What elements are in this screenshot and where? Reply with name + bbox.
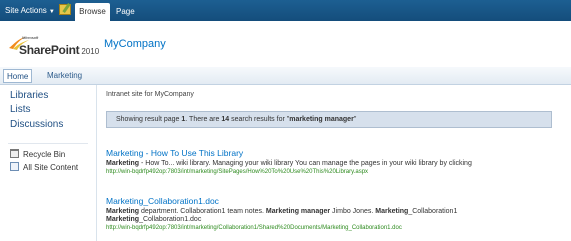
summary-text: . There are <box>185 116 222 123</box>
edit-page-icon[interactable] <box>59 4 71 15</box>
summary-text: search results for " <box>229 116 290 123</box>
result-title-link[interactable]: Marketing_Collaboration1.doc <box>106 196 571 206</box>
snippet-text: department. Collaboration1 team notes. <box>139 208 266 215</box>
summary-text: Showing result page <box>116 116 182 123</box>
summary-query: marketing manager <box>289 116 354 123</box>
sharepoint-logo: Microsoft SharePoint 2010 <box>19 35 100 59</box>
results-summary-bar: Showing result page 1. There are 14 sear… <box>106 111 552 128</box>
search-result: Marketing_Collaboration1.doc Marketing d… <box>106 196 571 231</box>
dropdown-arrow-icon: ▼ <box>48 9 55 15</box>
snippet-highlight: Marketing manager <box>265 208 331 215</box>
search-result: Marketing - How To Use This Library Mark… <box>106 148 571 175</box>
result-title-link[interactable]: Marketing - How To Use This Library <box>106 148 571 158</box>
summary-text: " <box>353 116 357 123</box>
top-navigation: Home Marketing <box>0 67 571 85</box>
result-snippet-line2: Marketing_Collaboration1.doc <box>106 216 571 223</box>
all-site-content-label: All Site Content <box>23 163 79 172</box>
main-content: Intranet site for MyCompany Showing resu… <box>106 85 571 241</box>
summary-count: 14 <box>221 116 230 123</box>
tab-browse[interactable]: Browse <box>75 3 110 21</box>
snippet-highlight: Marketing <box>106 208 140 215</box>
tab-page[interactable]: Page <box>116 3 135 21</box>
nav-divider <box>8 143 88 144</box>
topnav-home[interactable]: Home <box>3 69 33 83</box>
ribbon: Site Actions ▼ Browse Page <box>0 0 571 21</box>
nav-all-site-content[interactable]: All Site Content <box>10 162 78 172</box>
result-snippet: Marketing department. Collaboration1 tea… <box>106 208 571 215</box>
snippet-highlight: Marketing <box>106 216 140 223</box>
result-snippet: Marketing - How To... wiki library. Mana… <box>106 160 571 167</box>
site-content-icon <box>10 162 19 171</box>
site-title[interactable]: MyCompany <box>104 38 166 50</box>
nav-recycle-bin[interactable]: Recycle Bin <box>10 149 65 159</box>
result-url[interactable]: http://win-bqdrfp492op:7803/int/marketin… <box>106 225 571 231</box>
snippet-text: - How To... wiki library. Managing your … <box>139 160 472 167</box>
snippet-text: _Collaboration1.doc <box>139 216 202 223</box>
logo-year: 2010 <box>81 47 100 56</box>
nav-lists[interactable]: Lists <box>10 104 31 115</box>
recycle-bin-icon <box>10 149 19 158</box>
snippet-text: _Collaboration1 <box>408 208 458 215</box>
site-actions-menu[interactable]: Site Actions ▼ <box>5 0 55 21</box>
result-url[interactable]: http://win-bqdrfp492op:7803/int/marketin… <box>106 169 571 175</box>
logo-microsoft: Microsoft <box>22 35 39 40</box>
quick-launch: Libraries Lists Discussions Recycle Bin … <box>0 85 97 241</box>
site-actions-label: Site Actions <box>5 6 47 15</box>
snippet-text: Jimbo Jones. <box>330 208 376 215</box>
logo-product: SharePoint <box>19 43 80 57</box>
nav-discussions[interactable]: Discussions <box>10 119 63 130</box>
site-description: Intranet site for MyCompany <box>106 91 194 98</box>
snippet-highlight: Marketing <box>375 208 409 215</box>
nav-libraries[interactable]: Libraries <box>10 90 48 101</box>
snippet-highlight: Marketing <box>106 160 140 167</box>
recycle-bin-label: Recycle Bin <box>23 150 66 159</box>
topnav-marketing[interactable]: Marketing <box>47 69 82 83</box>
